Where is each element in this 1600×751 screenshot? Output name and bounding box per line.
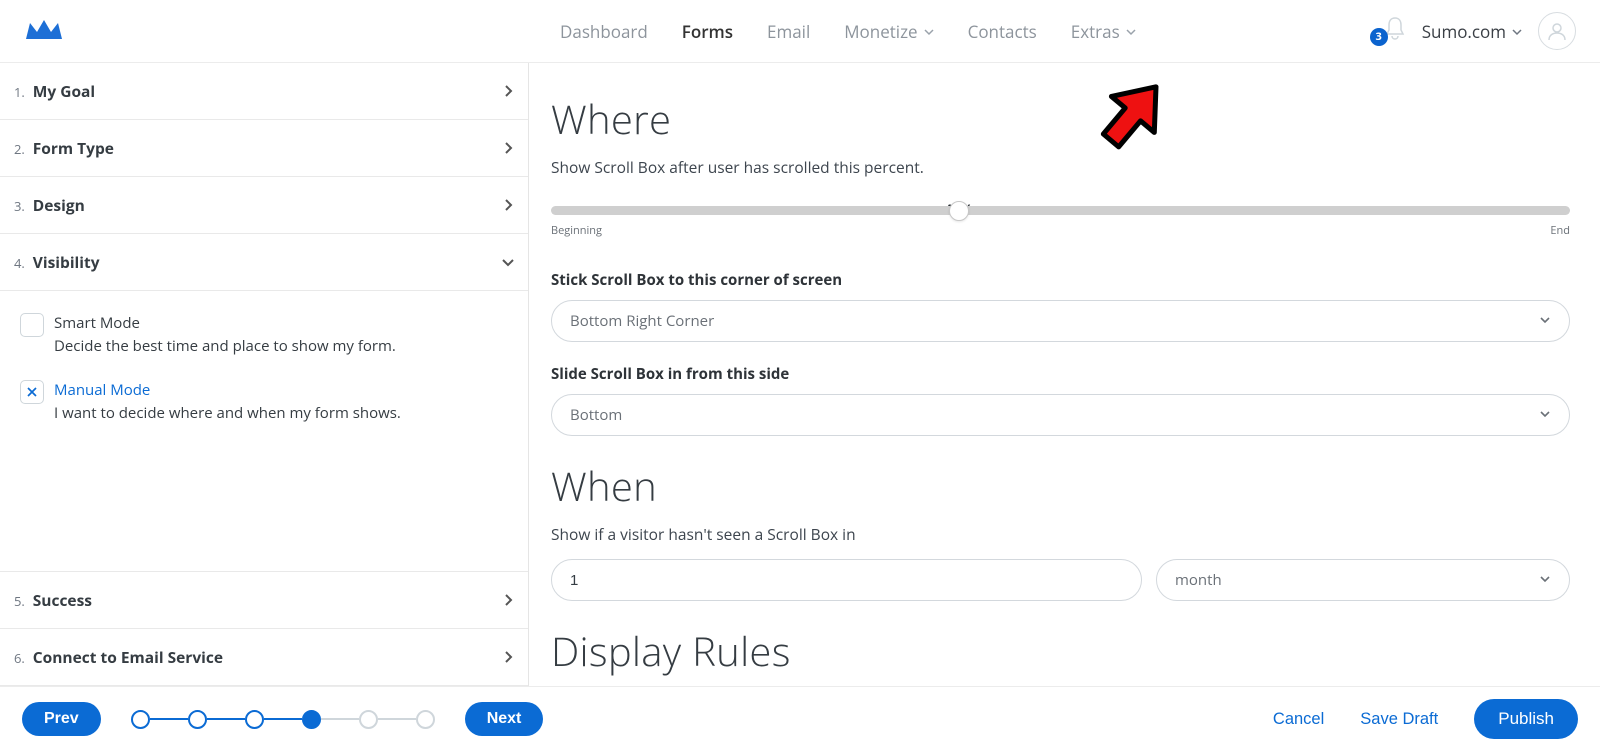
when-subtext: Show if a visitor hasn't seen a Scroll B…	[551, 523, 1570, 545]
nav-dashboard[interactable]: Dashboard	[560, 20, 648, 43]
chevron-down-icon	[1512, 27, 1522, 37]
stepper-bar	[321, 718, 359, 720]
nav-label: Contacts	[968, 20, 1037, 43]
stick-corner-select[interactable]: Bottom Right Corner	[551, 300, 1570, 342]
progress-stepper	[131, 710, 435, 729]
stepper-dot[interactable]	[245, 710, 264, 729]
step-title: My Goal	[33, 80, 95, 102]
slide-side-label: Slide Scroll Box in from this side	[551, 364, 1570, 384]
stepper-dot-current[interactable]	[302, 710, 321, 729]
chevron-down-icon	[1539, 570, 1551, 590]
chevron-down-icon	[502, 256, 514, 268]
select-value: Bottom Right Corner	[570, 311, 714, 331]
nav-monetize[interactable]: Monetize	[844, 20, 933, 43]
stepper-bar	[264, 718, 302, 720]
step-success[interactable]: 5. Success	[0, 572, 528, 629]
nav-label: Dashboard	[560, 20, 648, 43]
chevron-right-icon	[502, 85, 514, 97]
chevron-right-icon	[502, 594, 514, 606]
step-visibility[interactable]: 4. Visibility	[0, 234, 528, 291]
step-number: 3.	[14, 197, 25, 215]
stick-corner-label: Stick Scroll Box to this corner of scree…	[551, 270, 1570, 290]
stepper-bar	[150, 718, 188, 720]
mode-title: Smart Mode	[54, 313, 396, 333]
where-subtext: Show Scroll Box after user has scrolled …	[551, 156, 1570, 178]
nav-forms[interactable]: Forms	[682, 20, 733, 43]
chevron-down-icon	[1126, 27, 1136, 37]
step-number: 6.	[14, 649, 25, 667]
step-title: Success	[33, 589, 92, 611]
notifications-button[interactable]: 3	[1384, 16, 1406, 47]
stepper-dot[interactable]	[188, 710, 207, 729]
chevron-down-icon	[1539, 405, 1551, 425]
x-icon	[26, 386, 38, 398]
logo-crown[interactable]	[24, 11, 64, 51]
avatar[interactable]	[1538, 12, 1576, 50]
slider-thumb[interactable]	[949, 201, 969, 221]
nav-label: Extras	[1071, 20, 1120, 43]
scroll-percent-slider[interactable]	[551, 206, 1570, 215]
nav-contacts[interactable]: Contacts	[968, 20, 1037, 43]
account-dropdown[interactable]: Sumo.com	[1422, 20, 1522, 43]
top-nav: Dashboard Forms Email Monetize Contacts …	[560, 20, 1136, 43]
when-unit-select[interactable]: month	[1156, 559, 1570, 601]
stepper-bar	[378, 718, 416, 720]
section-heading-rules: Display Rules	[551, 623, 1570, 678]
mode-title: Manual Mode	[54, 380, 401, 400]
slide-side-select[interactable]: Bottom	[551, 394, 1570, 436]
next-button[interactable]: Next	[465, 702, 544, 736]
step-number: 2.	[14, 140, 25, 158]
stepper-dot[interactable]	[416, 710, 435, 729]
stepper-bar	[207, 718, 245, 720]
chevron-down-icon	[924, 27, 934, 37]
step-design[interactable]: 3. Design	[0, 177, 528, 234]
chevron-right-icon	[502, 651, 514, 663]
section-heading-when: When	[551, 458, 1570, 513]
slider-end-label: End	[1550, 223, 1570, 238]
visibility-step-body: Smart Mode Decide the best time and plac…	[0, 291, 528, 572]
chevron-down-icon	[1539, 311, 1551, 331]
checkbox-empty[interactable]	[20, 313, 44, 337]
step-connect-email[interactable]: 6. Connect to Email Service	[0, 629, 528, 686]
stepper-dot[interactable]	[359, 710, 378, 729]
save-draft-button[interactable]: Save Draft	[1360, 710, 1438, 729]
slider-begin-label: Beginning	[551, 223, 602, 238]
stepper-dot[interactable]	[131, 710, 150, 729]
step-title: Form Type	[33, 137, 114, 159]
mode-desc: I want to decide where and when my form …	[54, 402, 401, 425]
prev-button[interactable]: Prev	[22, 702, 101, 736]
step-title: Visibility	[33, 251, 100, 273]
nav-label: Forms	[682, 20, 733, 43]
step-title: Connect to Email Service	[33, 646, 223, 668]
nav-label: Monetize	[844, 20, 917, 43]
publish-button[interactable]: Publish	[1474, 699, 1578, 739]
cancel-button[interactable]: Cancel	[1273, 710, 1324, 729]
chevron-right-icon	[502, 142, 514, 154]
nav-email[interactable]: Email	[767, 20, 810, 43]
select-value: Bottom	[570, 405, 622, 425]
visibility-mode-manual[interactable]: Manual Mode I want to decide where and w…	[20, 380, 508, 425]
step-number: 1.	[14, 83, 25, 101]
step-title: Design	[33, 194, 85, 216]
chevron-right-icon	[502, 199, 514, 211]
nav-extras[interactable]: Extras	[1071, 20, 1136, 43]
notification-badge: 3	[1370, 28, 1388, 46]
step-number: 5.	[14, 592, 25, 610]
visibility-mode-smart[interactable]: Smart Mode Decide the best time and plac…	[20, 313, 508, 358]
account-name: Sumo.com	[1422, 20, 1506, 43]
when-count-input[interactable]	[551, 559, 1142, 601]
step-my-goal[interactable]: 1. My Goal	[0, 63, 528, 120]
mode-desc: Decide the best time and place to show m…	[54, 335, 396, 358]
checkbox-selected[interactable]	[20, 380, 44, 404]
nav-label: Email	[767, 20, 810, 43]
select-value: month	[1175, 570, 1222, 590]
step-form-type[interactable]: 2. Form Type	[0, 120, 528, 177]
section-heading-where: Where	[551, 91, 1570, 146]
step-number: 4.	[14, 254, 25, 272]
